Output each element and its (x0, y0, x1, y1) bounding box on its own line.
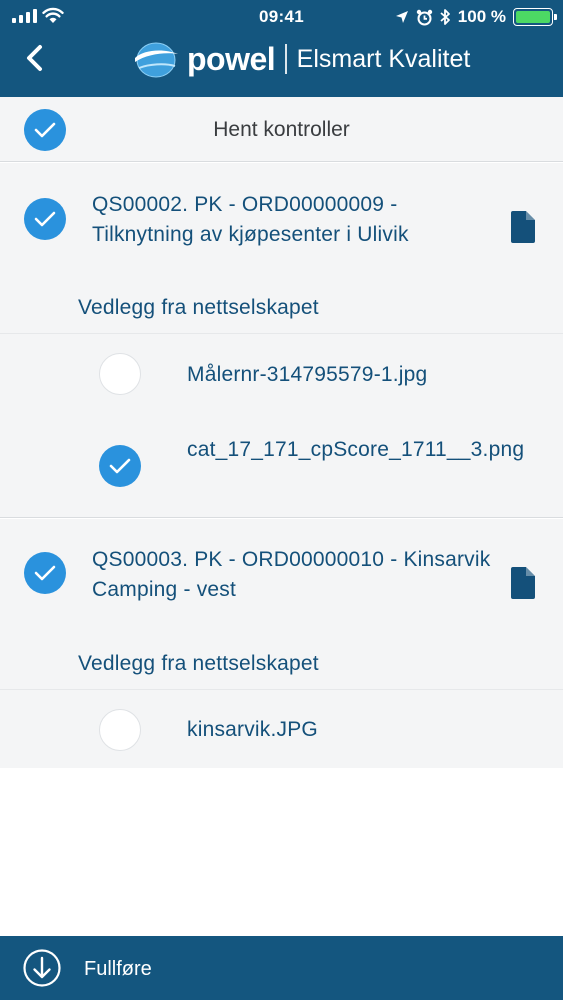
toolbar-title: Hent kontroller (213, 118, 350, 141)
document-icon[interactable] (511, 211, 535, 243)
globe-logo-icon (135, 42, 178, 78)
attachment-item[interactable]: kinsarvik.JPG (0, 690, 563, 768)
complete-label: Fullføre (84, 958, 152, 980)
attachment-name: Målernr-314795579-1.jpg (187, 363, 428, 386)
bluetooth-icon (440, 9, 450, 25)
status-right-group: 100 % (395, 6, 557, 28)
attachment-radio[interactable] (99, 709, 141, 751)
order-section: QS00003. PK - ORD00000010 - Kinsarvik Ca… (0, 519, 563, 768)
document-icon[interactable] (511, 567, 535, 599)
checkmark-icon (34, 211, 56, 227)
attachment-name: kinsarvik.JPG (187, 718, 318, 741)
back-button[interactable] (16, 40, 52, 76)
order-checkbox[interactable] (24, 198, 66, 240)
battery-fill (516, 11, 550, 23)
order-title: QS00003. PK - ORD00000010 - Kinsarvik Ca… (92, 548, 491, 601)
attachments-heading: Vedlegg fra nettselskapet (78, 296, 319, 319)
order-checkbox[interactable] (24, 552, 66, 594)
complete-button[interactable]: Fullføre (0, 936, 563, 1000)
brand-divider (285, 44, 287, 74)
toolbar: Hent kontroller (0, 97, 563, 162)
alarm-icon (416, 9, 432, 25)
app-header: 09:41 100 % powel Elsmart Kvalitet (0, 0, 563, 97)
nav-bar: powel Elsmart Kvalitet (0, 34, 563, 97)
attachments-heading: Vedlegg fra nettselskapet (78, 652, 319, 675)
battery-tip (554, 14, 557, 20)
attachment-item[interactable]: Målernr-314795579-1.jpg (0, 334, 563, 414)
app-name: Elsmart Kvalitet (296, 44, 471, 73)
battery-icon (513, 8, 557, 26)
attachment-item[interactable]: cat_17_171_cpScore_1711__3.png (0, 414, 563, 514)
chevron-left-icon (27, 45, 42, 71)
attachment-name: cat_17_171_cpScore_1711__3.png (187, 438, 525, 461)
attachment-checkbox[interactable] (99, 445, 141, 487)
battery-percent: 100 % (457, 7, 506, 26)
location-icon (395, 11, 408, 23)
brand-logo: powel Elsmart Kvalitet (133, 39, 470, 79)
download-circle-icon (23, 949, 61, 987)
order-title: QS00002. PK - ORD00000009 - Tilknytning … (92, 193, 409, 246)
order-section: QS00002. PK - ORD00000009 - Tilknytning … (0, 163, 563, 518)
checkmark-icon (34, 565, 56, 581)
checkmark-icon (109, 458, 131, 474)
status-bar: 09:41 100 % (0, 0, 563, 34)
attachment-radio[interactable] (99, 353, 141, 395)
brand-name: powel (187, 40, 276, 77)
